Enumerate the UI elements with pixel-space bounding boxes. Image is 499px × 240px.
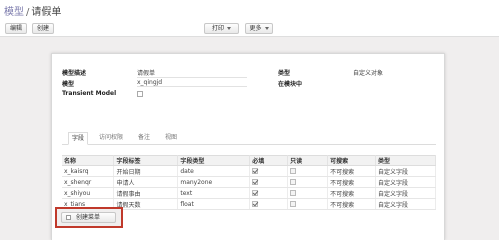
required-checkbox <box>252 190 259 196</box>
cell-searchable: 不可搜索 <box>327 176 377 188</box>
readonly-checkbox <box>290 168 297 174</box>
tab-access-rights[interactable]: 访问权限 <box>96 132 126 145</box>
cell-name: x_kaisrq <box>62 165 115 177</box>
cell-kind: 自定义字段 <box>375 187 436 199</box>
cell-required <box>249 165 289 177</box>
tab-notes[interactable]: 备注 <box>135 132 153 145</box>
cell-readonly <box>287 165 329 177</box>
cell-searchable: 不可搜索 <box>327 165 377 177</box>
cell-name: x_shiyou <box>62 187 115 199</box>
column-header-label[interactable]: 字段标签 <box>113 155 179 166</box>
table-row[interactable]: x_kaisrq 开始日期 date 不可搜索 自定义字段 <box>62 165 436 177</box>
column-header-required[interactable]: 必填 <box>249 155 289 166</box>
cell-type: float <box>177 198 251 210</box>
cell-readonly <box>287 176 329 188</box>
readonly-checkbox <box>290 179 297 185</box>
column-header-name[interactable]: 名称 <box>62 155 115 166</box>
cell-kind: 自定义字段 <box>375 165 436 177</box>
cell-label: 开始日期 <box>113 165 179 177</box>
column-header-type[interactable]: 字段类型 <box>177 155 251 166</box>
create-menu-highlight: 创建菜单 <box>55 207 123 228</box>
column-header-kind[interactable]: 类型 <box>375 155 436 166</box>
edit-button[interactable]: 编辑 <box>5 23 27 34</box>
description-label: 模型描述 <box>62 70 87 77</box>
required-checkbox <box>252 201 259 207</box>
more-dropdown-button[interactable]: 更多 <box>245 23 273 34</box>
table-row[interactable]: x_shiyou 请假事由 text 不可搜索 自定义字段 <box>62 187 436 199</box>
required-checkbox <box>252 168 259 174</box>
readonly-checkbox <box>290 201 297 207</box>
breadcrumb-models-link[interactable]: 模型 <box>4 7 24 18</box>
fields-table: 名称 字段标签 字段类型 必填 只读 可搜索 类型 x_kaisrq 开始日期 … <box>62 155 436 210</box>
table-header-row: 名称 字段标签 字段类型 必填 只读 可搜索 类型 <box>62 155 436 166</box>
cell-kind: 自定义字段 <box>375 176 436 188</box>
table-row[interactable]: x_shenqr 申请人 many2one 不可搜索 自定义字段 <box>62 176 436 188</box>
cell-required <box>249 176 289 188</box>
cell-searchable: 不可搜索 <box>327 198 377 210</box>
cell-label: 请假天数 <box>113 198 179 210</box>
print-label: 打印 <box>211 25 224 32</box>
cell-label: 申请人 <box>113 176 179 188</box>
cell-label: 请假事由 <box>113 187 179 199</box>
chevron-down-icon <box>227 27 231 30</box>
required-checkbox <box>252 179 259 185</box>
cell-type: date <box>177 165 251 177</box>
page-header: 模型 / 请假单 <box>0 0 499 22</box>
breadcrumb: 模型 / 请假单 <box>4 3 61 18</box>
transient-model-label: Transient Model <box>62 90 117 97</box>
model-value: x_qingjd <box>137 79 247 87</box>
type-value: 自定义对象 <box>353 70 384 77</box>
more-label: 更多 <box>249 25 262 32</box>
model-label: 模型 <box>62 81 75 88</box>
in-module-label: 在模块中 <box>278 81 303 88</box>
breadcrumb-current: 请假单 <box>31 7 62 18</box>
menu-icon <box>66 215 71 220</box>
type-label: 类型 <box>278 70 291 77</box>
cell-searchable: 不可搜索 <box>327 187 377 199</box>
cell-type: text <box>177 187 251 199</box>
cell-readonly <box>287 198 329 210</box>
breadcrumb-separator: / <box>26 7 30 18</box>
create-menu-button[interactable]: 创建菜单 <box>61 212 116 223</box>
cell-kind: 自定义字段 <box>375 198 436 210</box>
column-header-searchable[interactable]: 可搜索 <box>327 155 377 166</box>
cell-required <box>249 198 289 210</box>
main-content: 模型描述 请假单 模型 x_qingjd Transient Model 类型 … <box>0 37 499 240</box>
cell-type: many2one <box>177 176 251 188</box>
chevron-down-icon <box>264 27 269 30</box>
description-value: 请假单 <box>137 68 247 78</box>
create-button[interactable]: 创建 <box>32 23 54 34</box>
readonly-checkbox <box>290 190 297 196</box>
cell-required <box>249 187 289 199</box>
column-header-readonly[interactable]: 只读 <box>287 155 329 166</box>
transient-model-checkbox[interactable] <box>137 91 143 97</box>
cell-name: x_shenqr <box>62 176 115 188</box>
tab-fields[interactable]: 字段 <box>68 132 89 145</box>
form-tabs: 字段 访问权限 备注 视图 <box>62 132 436 145</box>
action-toolbar: 编辑 创建 打印 更多 <box>0 22 499 37</box>
print-dropdown-button[interactable]: 打印 <box>204 23 239 34</box>
tab-views[interactable]: 视图 <box>162 132 180 145</box>
cell-readonly <box>287 187 329 199</box>
create-menu-label: 创建菜单 <box>76 214 101 221</box>
